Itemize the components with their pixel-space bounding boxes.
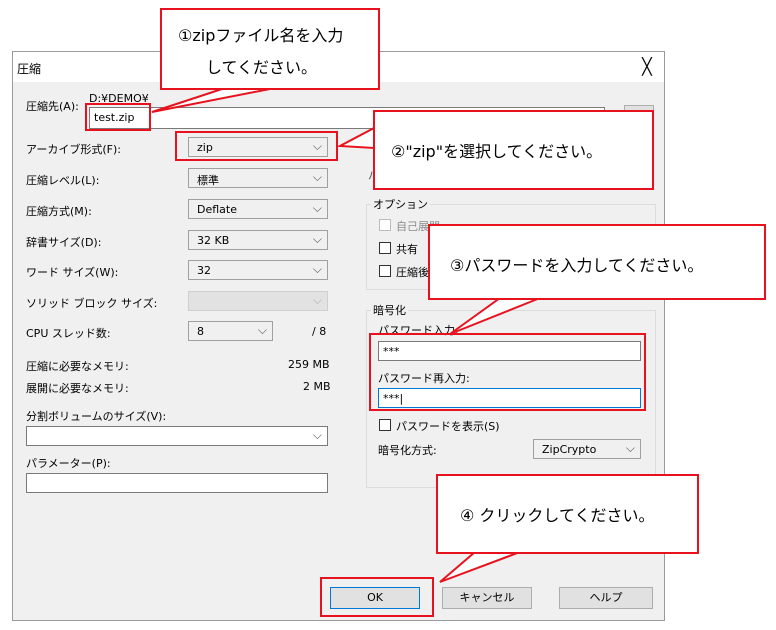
tail-step3 <box>449 297 541 335</box>
callout-step3-text: ③パスワードを入力してください。 <box>450 256 704 275</box>
callout-step1-line2: してください。 <box>206 58 318 77</box>
callout-step4-text: ④ クリックしてください。 <box>460 506 655 525</box>
tail-step1 <box>151 87 276 113</box>
tail-step2 <box>336 126 375 150</box>
callout-step1-line1: ①zipファイル名を入力 <box>178 26 344 45</box>
callout-step4: ④ クリックしてください。 <box>436 474 699 554</box>
callout-step1: ①zipファイル名を入力 してください。 <box>160 8 380 90</box>
tail-step4 <box>439 551 521 583</box>
callout-step3: ③パスワードを入力してください。 <box>428 224 766 300</box>
callout-step2-text: ②"zip"を選択してください。 <box>391 142 603 161</box>
callout-step2: ②"zip"を選択してください。 <box>373 110 654 190</box>
